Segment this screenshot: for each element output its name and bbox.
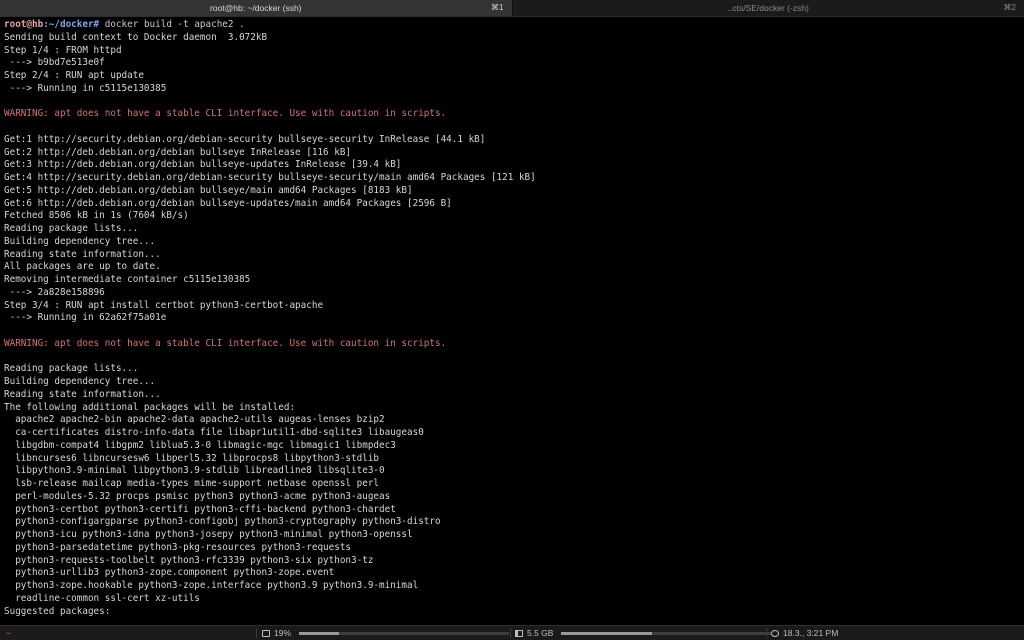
memory-icon	[515, 629, 523, 637]
memory-bar-fill	[561, 631, 652, 635]
clock-icon	[771, 629, 779, 637]
output-line: Get:2 http://deb.debian.org/debian bulls…	[4, 146, 352, 158]
tab-shortcut: ⌘1	[491, 3, 504, 12]
output-line: Get:3 http://deb.debian.org/debian bulls…	[4, 159, 402, 171]
output-line: python3-urllib3 python3-zope.component p…	[4, 567, 335, 579]
status-memory: 5.5 GB	[515, 626, 772, 640]
cpu-bar	[299, 631, 510, 635]
output-line: ---> Running in c5115e130385	[4, 82, 167, 94]
prompt-path: :~/docker#	[43, 19, 100, 30]
prompt-command: docker build -t apache2 .	[99, 19, 245, 30]
status-divider	[766, 628, 767, 638]
status-clock: 18.3., 3:21 PM	[771, 626, 838, 640]
memory-value: 5.5 GB	[527, 628, 554, 638]
output-line: ---> Running in 62a62f75a01e	[4, 312, 167, 324]
output-line: python3-certbot python3-certifi python3-…	[4, 503, 396, 515]
output-line: Get:1 http://security.debian.org/debian-…	[4, 133, 486, 145]
status-bar: ~ 19% 5.5 GB 18.3., 3:21 PM	[0, 625, 1024, 640]
directory-label: ~	[6, 628, 11, 638]
output-line: ---> b9bd7e513e0f	[4, 57, 105, 69]
tab-shortcut: ⌘2	[1003, 3, 1016, 12]
output-line: ---> 2a828e158896	[4, 286, 105, 298]
output-line: Building dependency tree...	[4, 376, 156, 387]
output-line: apache2 apache2-bin apache2-data apache2…	[4, 414, 385, 426]
warning-line: WARNING: apt does not have a stable CLI …	[4, 108, 447, 120]
warning-line: WARNING: apt does not have a stable CLI …	[4, 337, 447, 349]
output-line: python3-icu python3-idna python3-josepy …	[4, 529, 413, 540]
output-line: All packages are up to date.	[4, 261, 161, 273]
output-line: python3-configargparse python3-configobj…	[4, 516, 441, 528]
output-line: libgdbm-compat4 libgpm2 liblua5.3-0 libm…	[4, 439, 396, 451]
output-line: Get:4 http://security.debian.org/debian-…	[4, 172, 536, 183]
status-directory: ~	[6, 626, 11, 640]
output-line: Building dependency tree...	[4, 235, 156, 247]
output-line: Step 2/4 : RUN apt update	[4, 70, 144, 81]
output-line: readline-common ssl-cert xz-utils	[4, 592, 200, 604]
output-line: perl-modules-5.32 procps psmisc python3 …	[4, 490, 391, 502]
terminal-window: root@hb: ~/docker (ssh) ⌘1 ..cts/SE/dock…	[0, 0, 1024, 640]
output-line: libpython3.9-minimal libpython3.9-stdlib…	[4, 465, 385, 477]
output-line: Step 3/4 : RUN apt install certbot pytho…	[4, 299, 324, 311]
tab-title: root@hb: ~/docker (ssh)	[209, 3, 302, 13]
output-line: Get:6 http://deb.debian.org/debian bulls…	[4, 197, 452, 209]
output-line: Suggested packages:	[4, 605, 111, 617]
cpu-value: 19%	[274, 628, 292, 638]
tab-zsh[interactable]: ..cts/SE/docker (-zsh) ⌘2	[511, 0, 1024, 16]
status-divider	[510, 628, 511, 638]
prompt-user-host: root@hb	[4, 19, 44, 30]
output-line: ca-certificates distro-info-data file li…	[4, 427, 424, 438]
output-line: lsb-release mailcap media-types mime-sup…	[4, 478, 380, 489]
output-line: python3-zope.hookable python3-zope.inter…	[4, 580, 419, 591]
output-line: Removing intermediate container c5115e13…	[4, 274, 251, 285]
output-line: Step 1/4 : FROM httpd	[4, 44, 122, 56]
output-line: Reading package lists...	[4, 223, 139, 234]
status-divider	[256, 628, 257, 638]
memory-bar	[561, 631, 772, 635]
output-line: python3-requests-toolbelt python3-rfc333…	[4, 554, 374, 566]
output-line: The following additional packages will b…	[4, 401, 296, 413]
output-line: libncurses6 libncursesw6 libperl5.32 lib…	[4, 452, 380, 464]
cpu-bar-fill	[299, 631, 339, 635]
tab-bar: root@hb: ~/docker (ssh) ⌘1 ..cts/SE/dock…	[0, 0, 1024, 17]
cpu-icon	[262, 629, 270, 637]
prompt-line: root@hb:~/docker# docker build -t apache…	[4, 19, 1020, 32]
output-line: Fetched 8506 kB in 1s (7604 kB/s)	[4, 210, 189, 222]
output-line: Get:5 http://deb.debian.org/debian bulls…	[4, 184, 413, 196]
terminal-output[interactable]: root@hb:~/docker# docker build -t apache…	[4, 19, 1020, 620]
status-cpu: 19%	[262, 626, 510, 640]
output-line: Reading package lists...	[4, 363, 139, 375]
output-line: python3-parsedatetime python3-pkg-resour…	[4, 541, 352, 553]
output-line: Reading state information...	[4, 248, 161, 260]
datetime-value: 18.3., 3:21 PM	[783, 628, 839, 638]
output-line: Sending build context to Docker daemon 3…	[4, 31, 268, 43]
tab-ssh[interactable]: root@hb: ~/docker (ssh) ⌘1	[0, 0, 512, 16]
tab-title: ..cts/SE/docker (-zsh)	[727, 3, 809, 13]
output-line: Reading state information...	[4, 388, 161, 400]
